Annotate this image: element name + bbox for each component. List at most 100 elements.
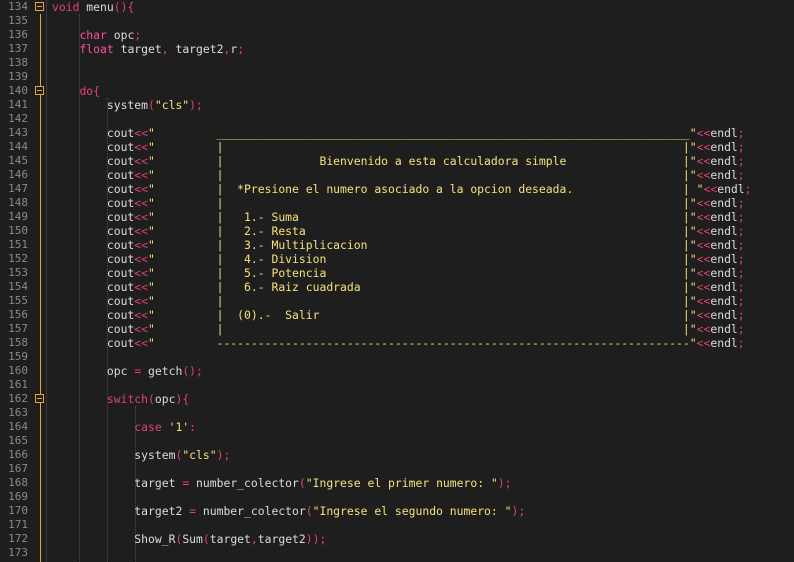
code-token: ; [737,294,745,308]
code-line[interactable]: 142 [0,112,794,126]
code-token: opc [154,392,176,406]
code-token: cout [52,224,135,238]
code-line[interactable]: 134 void menu(){ [0,0,794,14]
code-token: " | |" [148,140,697,154]
code-line[interactable]: 171 [0,518,794,532]
code-text: cout<<" | |"<<endl; [52,196,745,210]
code-line[interactable]: 144 cout<<" | |"<<endl; [0,140,794,154]
code-token: endl [710,308,738,322]
code-token: << [696,210,711,224]
code-token: float [79,42,114,56]
code-token: ); [189,98,203,112]
code-token: , [250,532,258,546]
line-number: 168 [8,476,28,489]
code-line[interactable]: 166 system("cls"); [0,448,794,462]
code-line[interactable]: 138 [0,56,794,70]
code-line[interactable]: 139 [0,70,794,84]
code-line[interactable]: 164 case '1': [0,420,794,434]
code-line[interactable]: 158 cout <<" ----------------------------… [0,336,794,350]
code-text: float target, target2,r; [52,42,244,56]
code-line[interactable]: 147 cout<<" | *Presione el numero asocia… [0,182,794,196]
code-line[interactable]: 137 float target, target2,r; [0,42,794,56]
code-token: " | 4.- Division |" [148,252,697,266]
code-token: endl [710,238,738,252]
code-line[interactable]: 155 cout<<" | |"<<endl; [0,294,794,308]
code-token: ; [737,266,745,280]
code-line[interactable]: 143 cout<<" ____________________________… [0,126,794,140]
code-token: << [134,280,149,294]
code-line[interactable]: 173 [0,546,794,560]
code-line[interactable]: 146 cout<<" | |"<<endl; [0,168,794,182]
line-number: 156 [8,308,28,321]
code-text: system("cls"); [52,98,203,112]
code-token: " --------------------------------------… [148,336,697,350]
code-line[interactable]: 157 cout<<" | |"<<endl; [0,322,794,336]
code-line[interactable]: 161 [0,378,794,392]
code-token: char [79,28,107,42]
code-line[interactable]: 152 cout<<" | 4.- Division |"<<endl; [0,252,794,266]
code-token: << [134,140,149,154]
code-line[interactable]: 168 target = number_colector("Ingrese el… [0,476,794,490]
code-line[interactable]: 162 switch(opc){ [0,392,794,406]
code-token: << [696,336,711,350]
code-line[interactable]: 148 cout<<" | |"<<endl; [0,196,794,210]
code-line[interactable]: 154 cout<<" | 6.- Raiz cuadrada |"<<endl… [0,280,794,294]
code-token: cout [52,308,135,322]
code-text: cout<<" | (0).- Salir |"<<endl; [52,308,745,322]
line-number: 147 [8,182,28,195]
code-line[interactable]: 169 [0,490,794,504]
code-line[interactable]: 160 opc = getch(); [0,364,794,378]
code-line[interactable]: 167 [0,462,794,476]
code-line[interactable]: 149 cout<<" | 1.- Suma |"<<endl; [0,210,794,224]
code-line[interactable]: 163 [0,406,794,420]
code-token: ; [744,182,752,196]
code-token: cout [52,182,135,196]
code-line[interactable]: 136 char opc; [0,28,794,42]
code-text: cout<<" | 6.- Raiz cuadrada |"<<endl; [52,280,745,294]
code-line[interactable]: 170 target2 = number_colector("Ingrese e… [0,504,794,518]
code-line[interactable]: 151 cout<<" | 3.- Multiplicacion |"<<end… [0,238,794,252]
code-line[interactable]: 153 cout<<" | 5.- Potencia |"<<endl; [0,266,794,280]
code-line[interactable]: 145 cout<<" | Bienvenido a esta calculad… [0,154,794,168]
line-number: 140 [8,84,28,97]
line-number: 166 [8,448,28,461]
code-token: ; [737,280,745,294]
code-token: case [134,420,162,434]
code-token: << [134,210,149,224]
code-token: << [134,238,149,252]
code-token: ; [737,322,745,336]
fold-toggle-icon[interactable] [35,394,44,403]
code-token: << [696,196,711,210]
line-number: 158 [8,336,28,349]
code-line[interactable]: 159 [0,350,794,364]
code-line[interactable]: 150 cout<<" | 2.- Resta |"<<endl; [0,224,794,238]
code-line[interactable]: 156 cout<<" | (0).- Salir |"<<endl; [0,308,794,322]
code-line[interactable]: 165 [0,434,794,448]
line-number: 151 [8,238,28,251]
code-token: cout [52,336,135,350]
fold-toggle-icon[interactable] [35,86,44,95]
code-token: : [189,420,197,434]
line-number: 142 [8,112,28,125]
line-number: 135 [8,14,28,27]
line-number: 164 [8,420,28,433]
code-text: char opc; [52,28,141,42]
code-line[interactable]: 135 [0,14,794,28]
fold-toggle-icon[interactable] [35,2,44,11]
code-line[interactable]: 140 do{ [0,84,794,98]
code-text: cout<<" | *Presione el numero asociado a… [52,182,752,196]
line-number: 169 [8,490,28,503]
code-token: ( [148,392,155,406]
code-text: cout<<" | |"<<endl; [52,322,745,336]
code-token: opc [106,28,135,42]
code-line[interactable]: 141 system("cls"); [0,98,794,112]
line-number: 146 [8,168,28,181]
code-text: switch(opc){ [52,392,189,406]
code-token: << [696,322,711,336]
code-token: << [134,196,149,210]
code-token: ( [298,476,306,490]
code-token: << [696,266,711,280]
code-token: " | 2.- Resta |" [148,224,697,238]
code-line[interactable]: 172 Show_R(Sum(target,target2)); [0,532,794,546]
code-token: endl [710,168,738,182]
